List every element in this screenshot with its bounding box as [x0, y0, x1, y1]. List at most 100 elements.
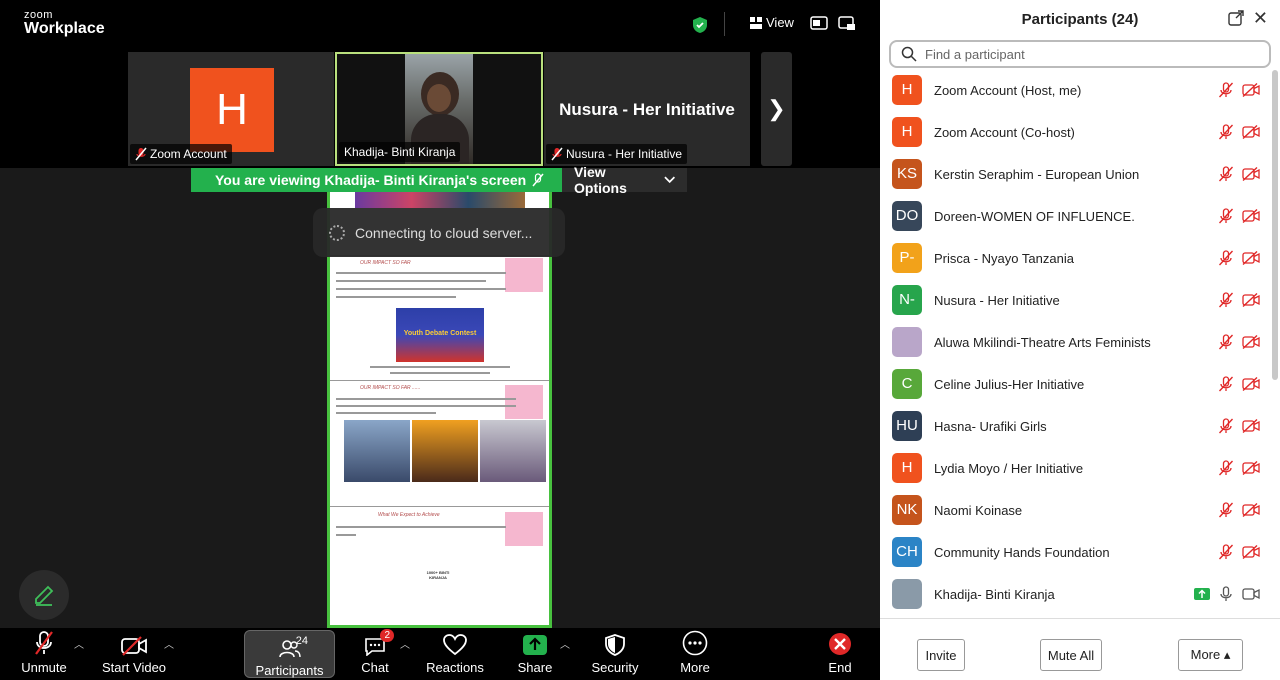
video-off-icon[interactable]: [1242, 544, 1260, 564]
invite-button[interactable]: Invite: [917, 639, 965, 671]
list-item[interactable]: H Zoom Account (Co-host): [880, 111, 1268, 153]
list-item[interactable]: Aluwa Mkilindi-Theatre Arts Feminists: [880, 321, 1268, 363]
avatar: [892, 327, 922, 357]
shared-photo: [355, 192, 525, 208]
mic-muted-icon[interactable]: [1218, 124, 1234, 145]
mic-muted-icon[interactable]: [1218, 544, 1234, 565]
participant-name: Kerstin Seraphim - European Union: [934, 166, 1140, 182]
video-off-icon[interactable]: [1242, 376, 1260, 396]
chat-options-chevron-icon[interactable]: ︿: [400, 636, 410, 651]
participant-name: Celine Julius-Her Initiative: [934, 376, 1085, 392]
mic-muted-icon[interactable]: [1218, 502, 1234, 523]
video-off-icon[interactable]: [1242, 460, 1260, 480]
share-button[interactable]: Share: [512, 628, 558, 680]
mic-muted-icon[interactable]: [1218, 166, 1234, 187]
share-screen-icon: [512, 628, 558, 658]
video-off-icon[interactable]: [1242, 124, 1260, 144]
avatar: H: [892, 117, 922, 147]
participant-name: Prisca - Nyayo Tanzania: [934, 250, 1074, 266]
reactions-button[interactable]: Reactions: [422, 628, 488, 680]
participants-button[interactable]: 24 Participants: [244, 630, 335, 678]
avatar: DO: [892, 201, 922, 231]
sticky-note: [505, 512, 543, 546]
list-item[interactable]: KS Kerstin Seraphim - European Union: [880, 153, 1268, 195]
mic-muted-icon[interactable]: [1218, 334, 1234, 355]
list-item[interactable]: HU Hasna- Urafiki Girls: [880, 405, 1268, 447]
mic-muted-icon[interactable]: [1218, 82, 1234, 103]
mute-all-button[interactable]: Mute All: [1040, 639, 1102, 671]
participant-list: H Zoom Account (Host, me) H Zoom Account (…: [880, 69, 1280, 617]
chat-button[interactable]: 2 Chat: [352, 628, 398, 680]
avatar: H: [892, 453, 922, 483]
list-item[interactable]: H Lydia Moyo / Her Initiative: [880, 447, 1268, 489]
participant-name: Doreen-WOMEN OF INFLUENCE.: [934, 208, 1135, 224]
avatar: HU: [892, 411, 922, 441]
list-item[interactable]: C Celine Julius-Her Initiative: [880, 363, 1268, 405]
video-off-icon[interactable]: [1242, 418, 1260, 438]
mic-muted-icon[interactable]: [1218, 292, 1234, 313]
participant-name: Zoom Account (Host, me): [934, 82, 1082, 98]
connecting-toast: Connecting to cloud server...: [313, 208, 565, 257]
mic-muted-icon[interactable]: [1218, 418, 1234, 439]
start-video-button[interactable]: Start Video: [98, 628, 170, 680]
mic-icon[interactable]: [1218, 586, 1234, 607]
video-off-icon[interactable]: [1242, 292, 1260, 312]
annotate-pencil-icon[interactable]: [19, 570, 69, 620]
video-icon[interactable]: [1242, 587, 1260, 606]
video-tile-zoom-account[interactable]: H Zoom Account: [128, 52, 334, 166]
list-item[interactable]: NK Naomi Koinase: [880, 489, 1268, 531]
tile-big-name: Nusura - Her Initiative: [559, 100, 735, 119]
mic-muted-icon[interactable]: [1218, 376, 1234, 397]
view-options-button[interactable]: View Options: [562, 164, 687, 196]
scrollbar[interactable]: [1272, 70, 1278, 380]
mic-muted-icon[interactable]: [1218, 250, 1234, 271]
mic-muted-icon[interactable]: [1218, 460, 1234, 481]
video-off-icon[interactable]: [1242, 502, 1260, 522]
top-bar: zoom Workplace View: [0, 0, 880, 50]
people-icon: 24: [245, 631, 334, 661]
list-item[interactable]: H Zoom Account (Host, me): [880, 69, 1268, 111]
tile-name-label: Khadija- Binti Kiranja: [339, 142, 461, 162]
mic-muted-icon: [532, 173, 544, 187]
panel-footer: Invite Mute All More ▴: [880, 618, 1280, 680]
more-options-button[interactable]: More ▴: [1178, 639, 1243, 671]
list-item[interactable]: Khadija- Binti Kiranja: [880, 573, 1268, 615]
meeting-area: zoom Workplace View H Zoom Account Khadi…: [0, 0, 880, 680]
security-button[interactable]: Security: [588, 628, 642, 680]
participants-panel: Participants (24) ✕ H Zoom Account (Host,…: [880, 0, 1280, 680]
more-button[interactable]: More: [672, 628, 718, 680]
unmute-button[interactable]: Unmute: [16, 628, 72, 680]
video-off-icon[interactable]: [1242, 334, 1260, 354]
mic-muted-icon[interactable]: [1218, 208, 1234, 229]
chevron-down-icon: [663, 176, 675, 184]
video-off-icon[interactable]: [1242, 82, 1260, 102]
list-item[interactable]: N- Nusura - Her Initiative: [880, 279, 1268, 321]
video-tile-khadija[interactable]: Khadija- Binti Kiranja: [335, 52, 543, 166]
video-off-icon[interactable]: [1242, 208, 1260, 228]
list-item[interactable]: P- Prisca - Nyayo Tanzania: [880, 237, 1268, 279]
popout-icon[interactable]: [1228, 10, 1244, 31]
share-options-chevron-icon[interactable]: ︿: [560, 636, 570, 651]
next-page-chevron-icon[interactable]: ❯: [761, 52, 792, 166]
audio-options-chevron-icon[interactable]: ︿: [74, 636, 84, 651]
list-item[interactable]: CH Community Hands Foundation: [880, 531, 1268, 573]
video-off-icon[interactable]: [1242, 166, 1260, 186]
shield-icon: [588, 628, 642, 658]
minimize-window-icon[interactable]: [838, 16, 856, 37]
video-options-chevron-icon[interactable]: ︿: [164, 636, 174, 651]
list-item[interactable]: DO Doreen-WOMEN OF INFLUENCE.: [880, 195, 1268, 237]
share-status-bar: You are viewing Khadija- Binti Kiranja's…: [191, 164, 687, 196]
picture-in-picture-icon[interactable]: [810, 16, 828, 37]
close-icon[interactable]: ✕: [1253, 8, 1268, 29]
end-button[interactable]: End: [818, 628, 862, 680]
encryption-shield-icon[interactable]: [692, 16, 708, 39]
video-tile-nusura[interactable]: Nusura - Her Initiative Nusura - Her Ini…: [544, 52, 750, 166]
search-input[interactable]: [925, 46, 1255, 62]
video-off-icon: [98, 628, 170, 658]
view-button[interactable]: View: [750, 15, 794, 30]
video-off-icon[interactable]: [1242, 250, 1260, 270]
center-label: 1000+ BINTI KIRANJA: [426, 570, 450, 580]
avatar: [892, 579, 922, 609]
avatar: KS: [892, 159, 922, 189]
shared-screen[interactable]: OUR IMPACT SO FAR Youth Debate Contest O…: [327, 192, 552, 628]
